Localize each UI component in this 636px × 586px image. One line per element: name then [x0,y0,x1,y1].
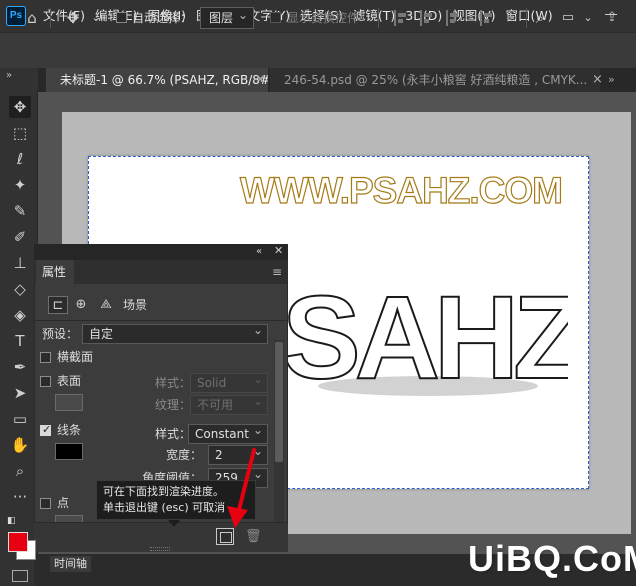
stamp-tool-icon[interactable]: ⊥ [9,252,31,274]
options-separator [50,8,51,28]
properties-panel-header[interactable] [34,244,288,260]
points-label: 点 [57,496,70,510]
move-tool-icon[interactable]: ✥ [63,8,83,28]
properties-divider [35,320,287,321]
3d-deform-icon[interactable]: ⊕ [71,296,91,314]
more-options-icon[interactable]: ··· [510,9,521,27]
timeline-tab[interactable]: 时间轴 [50,556,91,572]
more-tools-icon[interactable]: ··· [9,486,31,508]
3d-scene-icon[interactable]: ⟁ [96,296,116,314]
annotation-arrow-icon [227,448,256,528]
lasso-tool-icon[interactable]: ℓ [9,148,31,170]
options-separator [526,8,527,28]
pen-tool-icon[interactable]: ✒ [9,356,31,378]
points-checkbox[interactable] [40,498,51,509]
show-transform-label: 显示变换控件 [287,11,360,25]
surface-label: 表面 [57,374,82,388]
eyedropper-tool-icon[interactable]: ✎ [9,200,31,222]
auto-select-label: 自动选择： [132,11,193,25]
share-icon[interactable]: ⇪ [602,8,622,28]
width-label: 宽度： [166,448,203,462]
quick-mask-icon[interactable] [12,570,28,582]
path-select-tool-icon[interactable]: ➤ [9,382,31,404]
texture-dropdown[interactable]: 不可用 [190,395,268,415]
site-watermark: UiBQ.CoM [468,538,636,579]
scene-label: 场景 [123,298,148,312]
tooltip-pointer [168,520,180,527]
lines-checkbox[interactable] [40,423,51,436]
properties-scrollbar-thumb[interactable] [275,342,283,462]
magic-wand-tool-icon[interactable]: ✦ [9,174,31,196]
search-icon[interactable]: ⌕ [530,8,550,28]
align-left-icon[interactable] [394,10,408,26]
brush-tool-icon[interactable]: ✐ [9,226,31,248]
properties-tab[interactable]: 属性 [36,260,74,284]
workspace-icon[interactable]: ▭ [558,8,578,28]
lines-label: 线条 [57,423,82,437]
tabs-overflow-icon[interactable]: » [608,68,615,92]
show-transform-checkbox[interactable] [270,12,281,23]
tab-close-icon[interactable]: × [255,68,266,92]
preset-dropdown[interactable]: 自定 [82,324,268,344]
auto-select-target-dropdown[interactable]: 图层 [200,5,254,29]
panel-collapse-icon[interactable]: « [256,244,262,260]
surface-color-swatch[interactable] [55,394,83,411]
tab-246-54-psd[interactable]: 246-54.psd @ 25% (永丰小粮窖 好酒纯粮造 , CMYK... [270,68,600,92]
align-center-icon[interactable] [420,10,434,26]
eraser-tool-icon[interactable]: ◇ [9,278,31,300]
tab-untitled-1[interactable]: 未标题-1 @ 66.7% (PSAHZ, RGB/8#) * [46,68,268,92]
panel-resize-grip[interactable] [150,547,170,551]
align-right-icon[interactable] [446,10,460,26]
move-tool-icon[interactable]: ✥ [9,96,31,118]
align-top-icon[interactable] [480,10,494,26]
surface-style-dropdown[interactable]: Solid [190,373,268,393]
auto-select-checkbox[interactable] [116,12,127,23]
zoom-tool-icon[interactable]: ⌕ [9,460,31,482]
hand-tool-icon[interactable]: ✋ [9,434,31,456]
cross-section-checkbox[interactable] [40,352,51,363]
panel-menu-icon[interactable]: ≡ [272,266,282,278]
workspace-chevron-down-icon[interactable]: ⌄ [578,8,598,28]
gradient-tool-icon[interactable]: ◈ [9,304,31,326]
surface-style-label: 样式： [155,376,192,390]
cross-section-label: 横截面 [57,350,94,364]
rectangle-tool-icon[interactable]: ▭ [9,408,31,430]
tool-preset-chevron-down-icon[interactable]: ⌄ [86,8,106,28]
preset-label: 预设： [42,327,79,341]
lines-color-swatch[interactable] [55,443,83,460]
3d-mesh-icon[interactable]: ⊏ [48,296,68,314]
options-separator [378,8,379,28]
tab-close-icon[interactable]: × [592,68,603,92]
default-colors-icon[interactable]: ◧ [7,516,16,526]
foreground-color-swatch[interactable] [8,532,28,552]
panel-close-icon[interactable]: ✕ [274,243,283,259]
lines-style-label: 样式： [155,427,192,441]
type-tool-icon[interactable]: T [9,330,31,352]
home-icon[interactable]: ⌂ [22,8,42,28]
toolbar-collapse-icon[interactable]: » [6,70,12,81]
marquee-tool-icon[interactable]: ⬚ [9,122,31,144]
lines-style-dropdown[interactable]: Constant [188,424,268,444]
texture-label: 纹理： [155,398,192,412]
options-bar [0,32,636,68]
surface-checkbox[interactable] [40,376,51,387]
